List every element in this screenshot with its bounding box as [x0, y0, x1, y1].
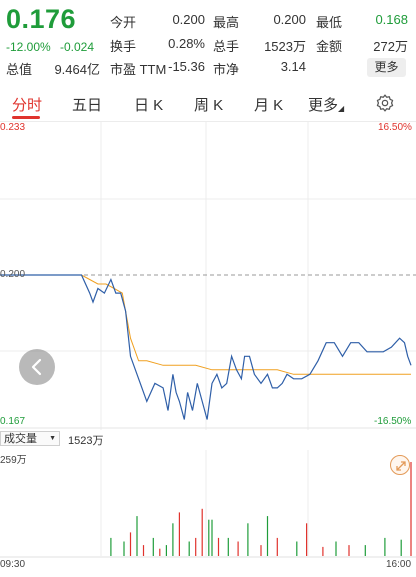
caret-down-icon: ▼ [49, 435, 56, 442]
volume-bar [142, 545, 145, 556]
volume-bar [195, 537, 197, 556]
volume-bar [364, 545, 366, 556]
volume-axis-max: 259万 [0, 455, 27, 466]
volume-bar [172, 523, 174, 556]
volume-bar [335, 541, 337, 556]
volume-bar [136, 516, 138, 556]
volume-bar [217, 537, 220, 556]
expand-arrows-icon [396, 461, 406, 471]
volume-bar [178, 512, 180, 556]
volume-indicator-select[interactable]: 成交量 ▼ [0, 431, 60, 446]
volume-bar [384, 537, 386, 556]
volume-bar [152, 537, 154, 556]
volume-bar [348, 545, 350, 556]
volume-bar [400, 539, 402, 556]
price-axis-bottom: 0.167 [0, 416, 26, 427]
time-axis-start: 09:30 [0, 559, 26, 570]
volume-bar [322, 546, 324, 556]
volume-bar [276, 537, 278, 556]
volume-bar [159, 548, 161, 556]
volume-indicator-label: 成交量 [4, 433, 37, 445]
pct-axis-bottom: -16.50% [374, 416, 412, 427]
volume-bar [129, 532, 132, 556]
volume-bar [410, 462, 412, 556]
volume-bar [211, 519, 213, 556]
volume-bar [260, 545, 262, 556]
volume-bar [266, 516, 269, 556]
volume-bar [165, 545, 167, 556]
chevron-left-icon [31, 358, 42, 376]
price-axis-top: 0.233 [0, 122, 26, 133]
expand-icon[interactable] [390, 455, 410, 475]
volume-bar [306, 523, 308, 556]
back-button[interactable] [19, 349, 55, 385]
volume-total: 1523万 [68, 435, 104, 447]
volume-bar [237, 541, 239, 556]
pct-axis-top: 16.50% [378, 122, 412, 133]
price-axis-mid: 0.200 [0, 269, 26, 280]
time-axis-end: 16:00 [386, 559, 412, 570]
volume-bar [296, 541, 298, 556]
volume-bar [247, 523, 249, 556]
volume-bar [227, 537, 229, 556]
volume-bar [123, 541, 125, 556]
volume-bar [110, 537, 112, 556]
volume-bar [188, 541, 190, 556]
intraday-chart[interactable] [0, 0, 416, 577]
volume-bar [201, 508, 203, 556]
volume-bar [208, 519, 210, 556]
